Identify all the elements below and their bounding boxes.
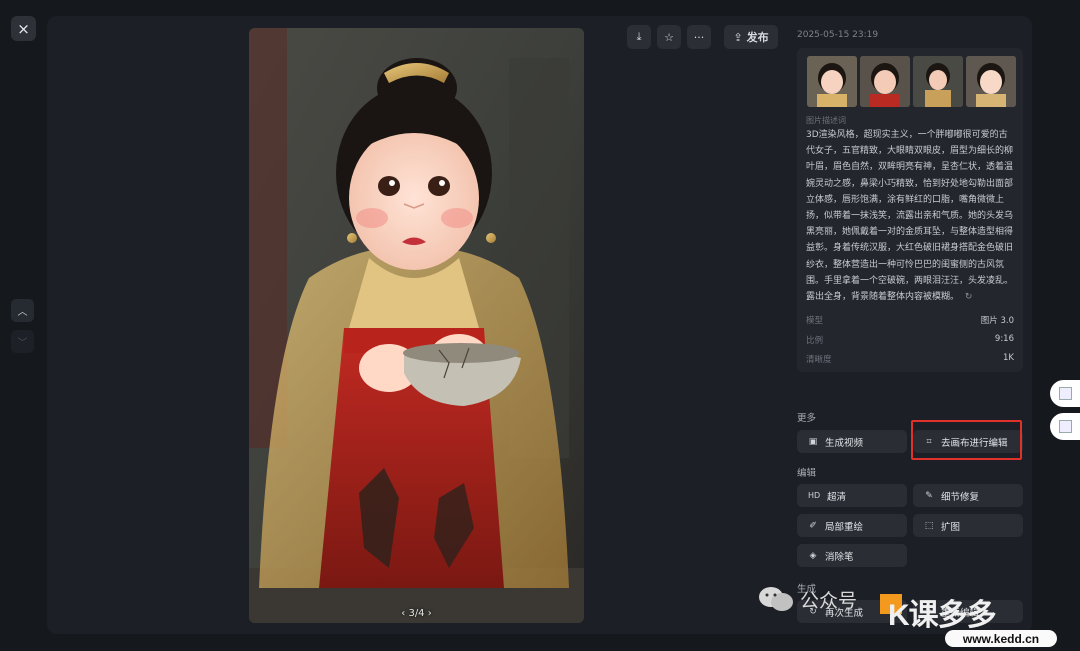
brush-icon: ✐: [809, 520, 817, 531]
meta-key: 比例: [806, 336, 824, 346]
brand-watermark: K课多多: [888, 599, 997, 632]
video-icon: ▣: [808, 436, 818, 447]
expand-button[interactable]: ⬚ 扩图: [913, 514, 1023, 537]
button-label: 消除笔: [825, 551, 854, 563]
wechat-icon: [758, 585, 794, 613]
generated-image[interactable]: ‹ 3/4 ›: [249, 28, 584, 623]
close-icon: ×: [17, 19, 30, 38]
button-label: 生成视频: [825, 437, 864, 449]
broken-image-icon: [1058, 420, 1072, 433]
prompt-text: 3D渲染风格，超现实主义，一个胖嘟嘟很可爱的古代女子，五官精致，大眼睛双眼皮，眉…: [806, 127, 1016, 305]
image-viewer: × ︿ ﹀ ‹ 3/4 › ⤓ ☆ ··· ⇪ 发布 2025-05-15 23…: [0, 0, 1080, 651]
highlight-annotation: [911, 420, 1022, 460]
wechat-watermark-text: 公众号: [800, 589, 858, 612]
meta-row-ratio: 比例 9:16: [806, 334, 1014, 346]
meta-key: 模型: [806, 316, 824, 326]
upload-icon: ⇪: [733, 30, 743, 44]
eraser-icon: ◈: [809, 550, 817, 561]
meta-value: 1K: [1003, 353, 1014, 363]
hd-icon: HD: [808, 491, 821, 500]
page-counter: 3/4: [408, 608, 425, 619]
page-indicator: ‹ 3/4 ›: [249, 608, 584, 619]
meta-value: 图片 3.0: [980, 316, 1014, 326]
close-button[interactable]: ×: [11, 16, 36, 41]
star-icon: ☆: [664, 30, 674, 44]
image-info-card: 图片描述词 3D渲染风格，超现实主义，一个胖嘟嘟很可爱的古代女子，五官精致，大眼…: [797, 48, 1023, 372]
url-watermark: www.kedd.cn: [945, 630, 1057, 647]
chevron-down-icon: ﹀: [17, 338, 28, 349]
thumbnail-strip: [807, 56, 1016, 107]
hd-button[interactable]: HD 超清: [797, 484, 907, 507]
floating-tool-1[interactable]: [1050, 380, 1080, 407]
more-button[interactable]: ···: [687, 25, 711, 49]
expand-icon: ⬚: [924, 520, 934, 531]
wechat-watermark: 公众号: [758, 585, 857, 613]
floating-tool-2[interactable]: [1050, 413, 1080, 440]
refresh-icon[interactable]: ↻: [965, 292, 973, 302]
thumbnail-3[interactable]: [913, 56, 963, 107]
chevron-up-icon: ︿: [17, 307, 28, 318]
button-label: 局部重绘: [825, 521, 864, 533]
button-label: 扩图: [941, 521, 961, 533]
button-label: 细节修复: [941, 491, 980, 503]
prompt-label: 图片描述词: [806, 116, 846, 125]
wand-icon: ✎: [925, 490, 933, 501]
previous-image-button[interactable]: ︿: [11, 299, 34, 322]
eraser-button[interactable]: ◈ 消除笔: [797, 544, 907, 567]
generated-image-artwork: [249, 28, 584, 623]
timestamp: 2025-05-15 23:19: [797, 30, 879, 40]
thumbnail-4[interactable]: [966, 56, 1016, 107]
broken-image-icon: [1058, 387, 1072, 400]
detail-fix-button[interactable]: ✎ 细节修复: [913, 484, 1023, 507]
meta-row-model: 模型 图片 3.0: [806, 314, 1014, 326]
page-prev-icon[interactable]: ‹: [401, 608, 405, 619]
download-icon: ⤓: [636, 30, 642, 43]
section-edit-title: 编辑: [797, 468, 817, 479]
section-more-title: 更多: [797, 413, 817, 424]
download-button[interactable]: ⤓: [627, 25, 651, 49]
favorite-button[interactable]: ☆: [657, 25, 681, 49]
more-icon: ···: [693, 30, 705, 44]
thumbnail-2[interactable]: [860, 56, 910, 107]
meta-key: 清晰度: [806, 355, 832, 365]
meta-value: 9:16: [994, 334, 1014, 344]
page-next-icon[interactable]: ›: [428, 608, 432, 619]
next-image-button[interactable]: ﹀: [11, 330, 34, 353]
button-label: 超清: [827, 491, 847, 503]
thumbnail-1[interactable]: [807, 56, 857, 107]
publish-button[interactable]: ⇪ 发布: [724, 25, 778, 49]
meta-row-resolution: 清晰度 1K: [806, 353, 1014, 365]
publish-label: 发布: [746, 31, 769, 44]
inpaint-button[interactable]: ✐ 局部重绘: [797, 514, 907, 537]
generate-video-button[interactable]: ▣ 生成视频: [797, 430, 907, 453]
prompt-body: 3D渲染风格，超现实主义，一个胖嘟嘟很可爱的古代女子，五官精致，大眼睛双眼皮，眉…: [806, 130, 1014, 303]
